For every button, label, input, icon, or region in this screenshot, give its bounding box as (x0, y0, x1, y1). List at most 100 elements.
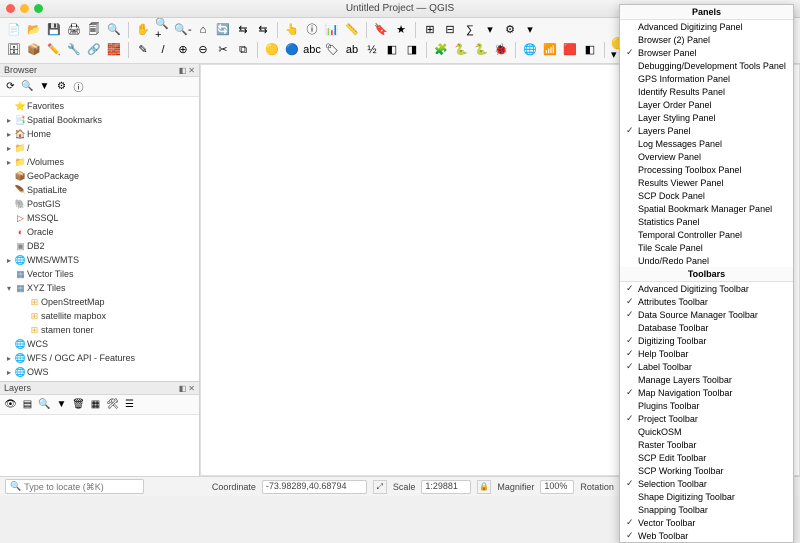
toolbar-button[interactable]: ⊟ (441, 21, 459, 39)
layers-tool-button[interactable]: 🛠 (105, 397, 120, 412)
browser-tree-item[interactable]: ▣DB2 (0, 239, 199, 253)
tree-expand-icon[interactable]: ▾ (4, 284, 14, 293)
context-menu-item[interactable]: QuickOSM (620, 425, 793, 438)
magnifier-field[interactable]: 100% (540, 480, 574, 494)
browser-panel-header[interactable]: Browser ◧ ✕ (0, 64, 199, 77)
toolbar-button[interactable]: 🏷 (323, 41, 341, 59)
context-menu-item[interactable]: Plugins Toolbar (620, 399, 793, 412)
toolbar-button[interactable]: ★ (392, 21, 410, 39)
browser-tree-item[interactable]: ⊞satellite mapbox (0, 309, 199, 323)
locator[interactable]: 🔍 (5, 479, 144, 494)
toolbar-button[interactable]: ⊖ (194, 41, 212, 59)
toolbar-button[interactable]: 📊 (323, 21, 341, 39)
toolbar-button[interactable]: ⧉ (234, 41, 252, 59)
toolbar-button[interactable]: 🔧 (65, 41, 83, 59)
toolbar-button[interactable]: ✏️ (45, 41, 63, 59)
toolbar-button[interactable]: 📏 (343, 21, 361, 39)
scale-field[interactable]: 1:29881 (421, 480, 471, 494)
toolbar-button[interactable]: ½ (363, 41, 381, 59)
context-menu-item[interactable]: ✓Attributes Toolbar (620, 295, 793, 308)
context-menu-item[interactable]: ✓Advanced Digitizing Toolbar (620, 282, 793, 295)
browser-tree-item[interactable]: ⊞stamen toner (0, 323, 199, 337)
tree-expand-icon[interactable]: ▸ (4, 158, 14, 167)
context-menu-item[interactable]: Tile Scale Panel (620, 241, 793, 254)
context-menu-item[interactable]: ✓Help Toolbar (620, 347, 793, 360)
toolbar-button[interactable]: ⊞ (421, 21, 439, 39)
toolbar-button[interactable]: ab (343, 41, 361, 59)
toolbar-button[interactable]: 📦 (25, 41, 43, 59)
undock-icon[interactable]: ◧ (179, 66, 187, 75)
toolbar-button[interactable]: ✂ (214, 41, 232, 59)
context-menu-item[interactable]: Advanced Digitizing Panel (620, 20, 793, 33)
layers-tool-button[interactable]: 🔍 (37, 397, 52, 412)
context-menu-item[interactable]: GPS Information Panel (620, 72, 793, 85)
context-menu-item[interactable]: Shape Digitizing Toolbar (620, 490, 793, 503)
toolbar-button[interactable]: 🧱 (105, 41, 123, 59)
browser-tree-item[interactable]: 🪶SpatiaLite (0, 183, 199, 197)
toolbar-button[interactable]: ⇆ (254, 21, 272, 39)
layers-tool-button[interactable]: 🗑 (71, 397, 86, 412)
tree-expand-icon[interactable]: ▸ (4, 354, 14, 363)
browser-tree-item[interactable]: 📦GeoPackage (0, 169, 199, 183)
toolbar-button[interactable]: ◧ (383, 41, 401, 59)
browser-tree-item[interactable]: ▸🌐OWS (0, 365, 199, 379)
context-menu-item[interactable]: ✓Map Navigation Toolbar (620, 386, 793, 399)
toolbar-button[interactable]: 🔄 (214, 21, 232, 39)
context-menu-item[interactable]: Layer Order Panel (620, 98, 793, 111)
toolbar-button[interactable]: 🐍 (472, 41, 490, 59)
toolbar-button[interactable]: ⇆ (234, 21, 252, 39)
browser-tree-item[interactable]: ⊞OpenStreetMap (0, 295, 199, 309)
toolbar-button[interactable]: 🔍 (105, 21, 123, 39)
browser-tree[interactable]: ⭐Favorites▸📑Spatial Bookmarks▸🏠Home▸📁/▸📁… (0, 97, 199, 381)
context-menu-item[interactable]: Raster Toolbar (620, 438, 793, 451)
browser-tree-item[interactable]: ▸📁/ (0, 141, 199, 155)
layers-tool-button[interactable]: ▼ (54, 397, 69, 412)
browser-tree-item[interactable]: ▸📁/Volumes (0, 155, 199, 169)
context-menu-item[interactable]: Layer Styling Panel (620, 111, 793, 124)
context-menu-item[interactable]: ✓Web Toolbar (620, 529, 793, 542)
context-menu-item[interactable]: ✓Data Source Manager Toolbar (620, 308, 793, 321)
context-menu-item[interactable]: Overview Panel (620, 150, 793, 163)
toolbar-button[interactable]: 🔍- (174, 21, 192, 39)
browser-tree-item[interactable]: ◐Oracle (0, 225, 199, 239)
layers-tool-button[interactable]: 👁 (3, 397, 18, 412)
context-menu-item[interactable]: Snapping Toolbar (620, 503, 793, 516)
toolbar-button[interactable]: 🗐 (85, 21, 103, 39)
toolbar-button[interactable]: 🔖 (372, 21, 390, 39)
browser-tree-item[interactable]: ▸🏠Home (0, 127, 199, 141)
toolbar-button[interactable]: 📂 (25, 21, 43, 39)
browser-tree-item[interactable]: ▾▦XYZ Tiles (0, 281, 199, 295)
panel-close-icon[interactable]: ✕ (188, 66, 195, 75)
toolbar-button[interactable]: 🟥 (561, 41, 579, 59)
toolbar-button[interactable]: ⓘ (303, 21, 321, 39)
toolbar-button[interactable]: / (154, 41, 172, 59)
browser-tree-item[interactable]: ▸🌐WFS / OGC API - Features (0, 351, 199, 365)
coordinate-toggle-icon[interactable]: ⤢ (373, 480, 387, 494)
tree-expand-icon[interactable]: ▸ (4, 256, 14, 265)
browser-tool-button[interactable]: ▼ (37, 79, 52, 94)
context-menu-item[interactable]: Database Toolbar (620, 321, 793, 334)
tree-expand-icon[interactable]: ▸ (4, 116, 14, 125)
toolbar-button[interactable]: 📄 (5, 21, 23, 39)
context-menu-item[interactable]: Spatial Bookmark Manager Panel (620, 202, 793, 215)
layers-tool-button[interactable]: ▤ (20, 397, 35, 412)
context-menu-item[interactable]: Identify Results Panel (620, 85, 793, 98)
toolbar-button[interactable]: ✋ (134, 21, 152, 39)
tree-expand-icon[interactable]: ▸ (4, 144, 14, 153)
browser-tree-item[interactable]: ▸📑Spatial Bookmarks (0, 113, 199, 127)
context-menu-item[interactable]: Log Messages Panel (620, 137, 793, 150)
browser-tool-button[interactable]: 🔍 (20, 79, 35, 94)
toolbar-button[interactable]: 📶 (541, 41, 559, 59)
context-menu-item[interactable]: ✓Layers Panel (620, 124, 793, 137)
context-menu-item[interactable]: ✓Project Toolbar (620, 412, 793, 425)
coordinate-field[interactable]: -73.98289,40.68794 (262, 480, 367, 494)
context-menu-item[interactable]: SCP Edit Toolbar (620, 451, 793, 464)
toolbar-button[interactable]: 🗄 (5, 41, 23, 59)
context-menu-item[interactable]: Debugging/Development Tools Panel (620, 59, 793, 72)
locator-input[interactable] (24, 482, 139, 492)
toolbar-button[interactable]: 🔍+ (154, 21, 172, 39)
panels-toolbars-context-menu[interactable]: Panels Advanced Digitizing PanelBrowser … (619, 4, 794, 543)
toolbar-button[interactable]: 🧩 (432, 41, 450, 59)
tree-expand-icon[interactable]: ▸ (4, 368, 14, 377)
context-menu-item[interactable]: SCP Working Toolbar (620, 464, 793, 477)
